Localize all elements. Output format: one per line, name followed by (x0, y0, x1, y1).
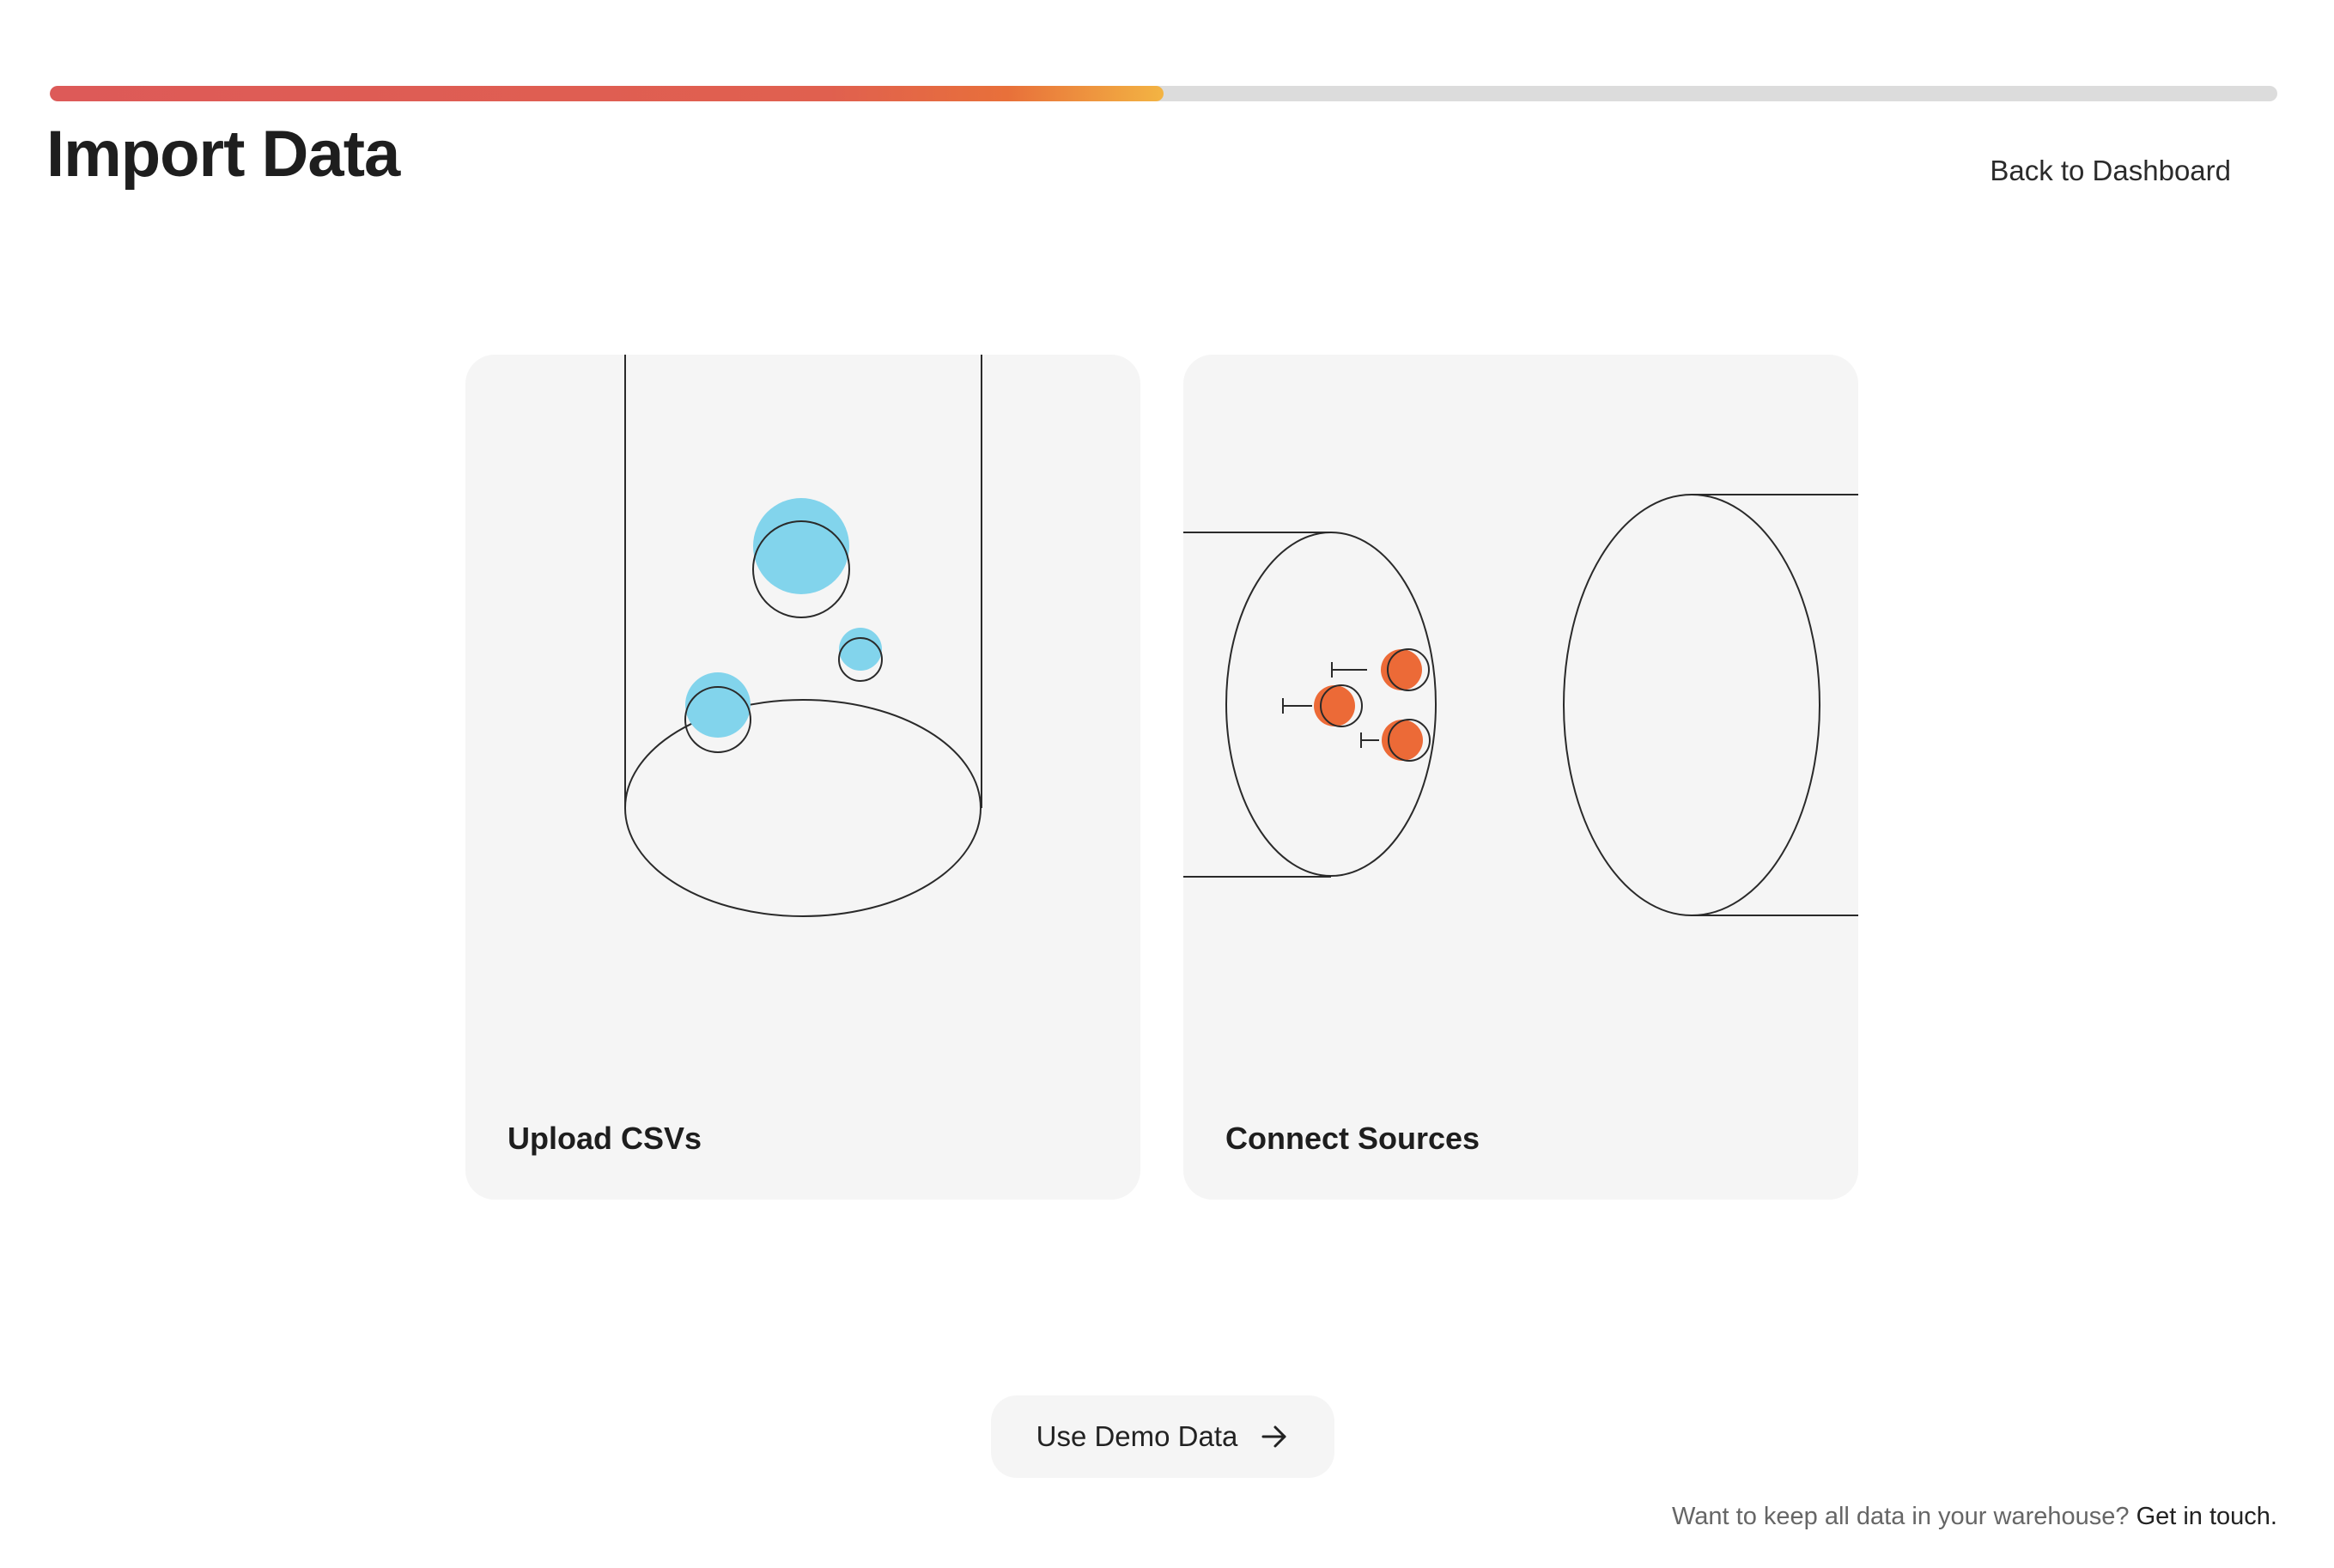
back-to-dashboard-link[interactable]: Back to Dashboard (1990, 155, 2231, 187)
arrow-right-icon (1261, 1425, 1286, 1448)
connect-sources-label: Connect Sources (1225, 1121, 1480, 1156)
connect-sources-card[interactable]: Connect Sources (1183, 355, 1858, 1200)
upload-csvs-card[interactable]: Upload CSVs (465, 355, 1140, 1200)
footer-note: Want to keep all data in your warehouse?… (1672, 1503, 2277, 1531)
get-in-touch-link[interactable]: Get in touch. (2136, 1503, 2277, 1530)
page-title: Import Data (46, 118, 400, 191)
csv-funnel-illustration (624, 355, 982, 917)
cylinder-base-ellipse (624, 699, 982, 917)
import-data-page: Import Data Back to Dashboard Upload CSV… (0, 0, 2334, 1568)
use-demo-data-label: Use Demo Data (1036, 1420, 1238, 1452)
progress-bar-fill (50, 86, 1164, 101)
use-demo-data-button[interactable]: Use Demo Data (991, 1395, 1334, 1478)
right-pipe-end (1563, 494, 1820, 916)
pipe-connectors-illustration (1183, 494, 1858, 916)
footer-text: Want to keep all data in your warehouse? (1671, 1503, 2136, 1530)
connector-dots-icon (1282, 648, 1431, 762)
progress-bar (50, 86, 2277, 101)
upload-csvs-label: Upload CSVs (508, 1121, 702, 1156)
